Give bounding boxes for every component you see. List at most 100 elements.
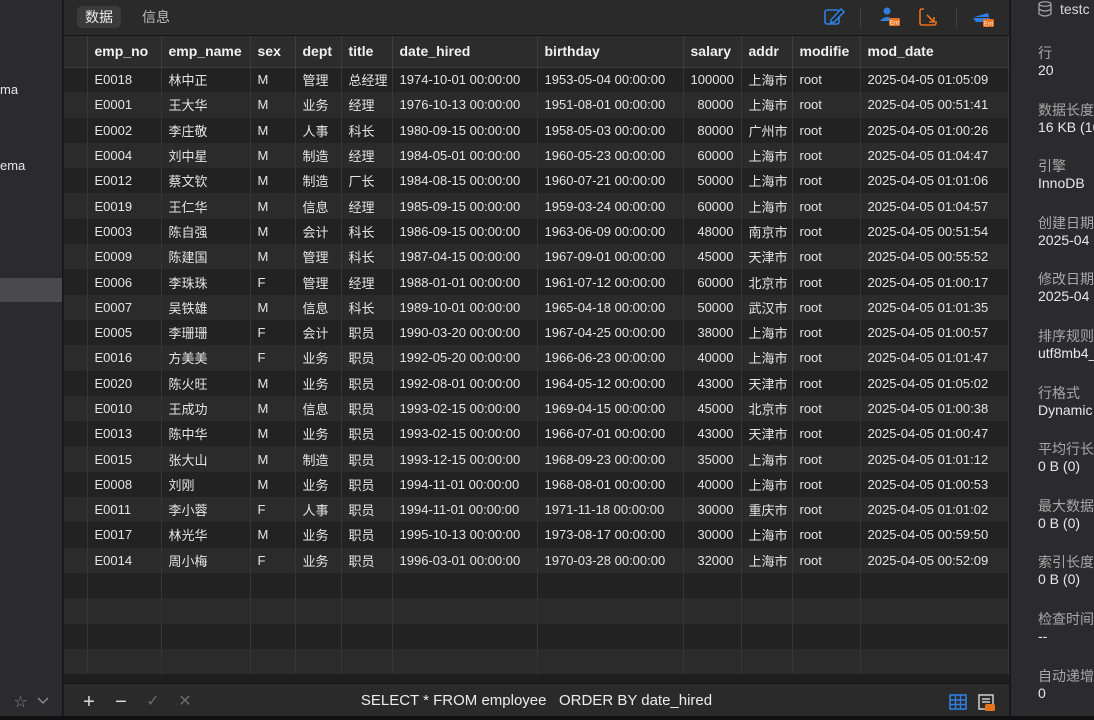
table-cell-dept[interactable]: 信息 bbox=[295, 294, 342, 320]
table-row[interactable]: E0013 陈中华 M 业务 职员 1993-02-15 00:00:00 1966-07-… bbox=[64, 421, 1009, 447]
column-header-title[interactable]: title bbox=[341, 36, 393, 68]
table-cell-mod-date[interactable]: 2025-04-05 00:52:09 bbox=[860, 547, 1009, 573]
export-icon[interactable] bbox=[916, 5, 942, 29]
table-cell-emp-no[interactable]: E0007 bbox=[87, 294, 162, 320]
table-cell-modifie[interactable]: root bbox=[792, 218, 861, 245]
table-cell-salary[interactable]: 60000 bbox=[683, 269, 742, 295]
table-cell-salary[interactable]: 40000 bbox=[683, 345, 742, 371]
table-cell-date-hired[interactable]: 1988-01-01 00:00:00 bbox=[392, 269, 538, 295]
table-cell-emp-name[interactable]: 陈建国 bbox=[161, 244, 251, 270]
table-cell-sex[interactable]: M bbox=[250, 471, 296, 498]
table-cell-emp-no[interactable]: E0010 bbox=[87, 395, 162, 422]
table-row[interactable]: E0005 李珊珊 F 会计 职员 1990-03-20 00:00:00 1967-04-… bbox=[64, 319, 1009, 346]
table-cell-date-hired[interactable]: 1992-05-20 00:00:00 bbox=[392, 345, 538, 371]
table-cell-modifie[interactable]: root bbox=[792, 294, 861, 320]
table-cell-addr[interactable]: 上海市 bbox=[741, 345, 793, 371]
table-cell-modifie[interactable]: root bbox=[792, 370, 861, 396]
table-cell-salary[interactable]: 40000 bbox=[683, 471, 742, 498]
table-row[interactable]: E0020 陈火旺 M 业务 职员 1992-08-01 00:00:00 1964-05-… bbox=[64, 370, 1009, 396]
tab-data[interactable]: 数据 bbox=[77, 6, 121, 28]
table-cell-emp-no[interactable]: E0009 bbox=[87, 244, 162, 270]
table-cell-salary[interactable]: 45000 bbox=[683, 244, 742, 270]
table-cell-addr[interactable]: 上海市 bbox=[741, 319, 793, 346]
table-cell-sex[interactable]: M bbox=[250, 142, 296, 169]
table-cell-modifie[interactable]: root bbox=[792, 522, 861, 548]
table-cell-emp-no[interactable]: E0012 bbox=[87, 168, 162, 194]
table-cell-modifie[interactable]: root bbox=[792, 547, 861, 573]
delete-row-button[interactable]: − bbox=[109, 690, 133, 714]
table-cell-title[interactable]: 科长 bbox=[341, 218, 393, 245]
table-cell-date-hired[interactable]: 1974-10-01 00:00:00 bbox=[392, 67, 538, 93]
table-cell-modifie[interactable]: root bbox=[792, 395, 861, 422]
row-selector[interactable] bbox=[64, 218, 88, 245]
table-cell-modifie[interactable]: root bbox=[792, 421, 861, 447]
table-cell-sex[interactable]: M bbox=[250, 117, 296, 143]
table-cell-mod-date[interactable]: 2025-04-05 00:55:52 bbox=[860, 244, 1009, 270]
table-cell-mod-date[interactable]: 2025-04-05 01:00:53 bbox=[860, 471, 1009, 498]
table-cell-addr[interactable]: 上海市 bbox=[741, 168, 793, 194]
table-row[interactable]: E0015 张大山 M 制造 职员 1993-12-15 00:00:00 1968-09-… bbox=[64, 446, 1009, 472]
table-cell-dept[interactable]: 制造 bbox=[295, 168, 342, 194]
table-cell-emp-no[interactable]: E0016 bbox=[87, 345, 162, 371]
table-cell-birthday[interactable]: 1968-08-01 00:00:00 bbox=[537, 471, 684, 498]
table-cell-emp-name[interactable]: 李小蓉 bbox=[161, 497, 251, 523]
table-cell-dept[interactable]: 人事 bbox=[295, 117, 342, 143]
table-row[interactable]: E0010 王成功 M 信息 职员 1993-02-15 00:00:00 1969-04-… bbox=[64, 395, 1009, 422]
table-cell-title[interactable]: 职员 bbox=[341, 522, 393, 548]
table-cell-emp-name[interactable]: 刘刚 bbox=[161, 471, 251, 498]
table-cell-title[interactable]: 总经理 bbox=[341, 67, 393, 93]
row-selector[interactable] bbox=[64, 117, 88, 143]
table-cell-title[interactable]: 科长 bbox=[341, 117, 393, 143]
table-row[interactable]: E0003 陈自强 M 会计 科长 1986-09-15 00:00:00 1963-06-… bbox=[64, 218, 1009, 245]
table-cell-mod-date[interactable]: 2025-04-05 01:01:02 bbox=[860, 497, 1009, 523]
table-cell-emp-name[interactable]: 林光华 bbox=[161, 522, 251, 548]
table-cell-emp-no[interactable]: E0015 bbox=[87, 446, 162, 472]
ship-ent-icon[interactable]: Ent bbox=[970, 5, 996, 29]
table-cell-mod-date[interactable]: 2025-04-05 01:00:17 bbox=[860, 269, 1009, 295]
table-cell-date-hired[interactable]: 1989-10-01 00:00:00 bbox=[392, 294, 538, 320]
table-cell-birthday[interactable]: 1967-04-25 00:00:00 bbox=[537, 319, 684, 346]
table-cell-mod-date[interactable]: 2025-04-05 01:01:12 bbox=[860, 446, 1009, 472]
table-row[interactable]: E0018 林中正 M 管理 总经理 1974-10-01 00:00:00 1953-05… bbox=[64, 67, 1009, 93]
table-cell-sex[interactable]: F bbox=[250, 319, 296, 346]
table-cell-birthday[interactable]: 1960-05-23 00:00:00 bbox=[537, 142, 684, 169]
discard-changes-button[interactable]: ✕ bbox=[173, 690, 197, 714]
table-cell-dept[interactable]: 业务 bbox=[295, 471, 342, 498]
row-selector[interactable] bbox=[64, 269, 88, 295]
table-cell-sex[interactable]: F bbox=[250, 269, 296, 295]
edit-icon[interactable] bbox=[821, 5, 847, 29]
table-cell-dept[interactable]: 人事 bbox=[295, 497, 342, 523]
table-cell-salary[interactable]: 30000 bbox=[683, 497, 742, 523]
table-cell-title[interactable]: 科长 bbox=[341, 244, 393, 270]
table-cell-salary[interactable]: 60000 bbox=[683, 142, 742, 169]
table-cell-addr[interactable]: 南京市 bbox=[741, 218, 793, 245]
table-cell-addr[interactable]: 天津市 bbox=[741, 421, 793, 447]
table-cell-title[interactable]: 厂长 bbox=[341, 168, 393, 194]
table-cell-mod-date[interactable]: 2025-04-05 01:05:02 bbox=[860, 370, 1009, 396]
table-cell-salary[interactable]: 38000 bbox=[683, 319, 742, 346]
table-cell-sex[interactable]: M bbox=[250, 218, 296, 245]
table-row[interactable]: E0012 蔡文钦 M 制造 厂长 1984-08-15 00:00:00 1960-07-… bbox=[64, 168, 1009, 194]
table-cell-modifie[interactable]: root bbox=[792, 345, 861, 371]
table-cell-modifie[interactable]: root bbox=[792, 142, 861, 169]
table-row[interactable]: E0019 王仁华 M 信息 经理 1985-09-15 00:00:00 1959-03-… bbox=[64, 193, 1009, 219]
row-selector[interactable] bbox=[64, 168, 88, 194]
table-row[interactable]: E0002 李庄敬 M 人事 科长 1980-09-15 00:00:00 1958-05-… bbox=[64, 117, 1009, 143]
table-cell-sex[interactable]: M bbox=[250, 168, 296, 194]
table-cell-date-hired[interactable]: 1994-11-01 00:00:00 bbox=[392, 497, 538, 523]
table-cell-salary[interactable]: 80000 bbox=[683, 117, 742, 143]
column-header-modifie[interactable]: modifie bbox=[792, 36, 861, 68]
table-cell-title[interactable]: 职员 bbox=[341, 446, 393, 472]
column-header-salary[interactable]: salary bbox=[683, 36, 742, 68]
table-cell-addr[interactable]: 上海市 bbox=[741, 67, 793, 93]
table-row[interactable]: E0001 王大华 M 业务 经理 1976-10-13 00:00:00 1951-08-… bbox=[64, 92, 1009, 118]
table-cell-birthday[interactable]: 1965-04-18 00:00:00 bbox=[537, 294, 684, 320]
table-cell-modifie[interactable]: root bbox=[792, 446, 861, 472]
table-cell-birthday[interactable]: 1958-05-03 00:00:00 bbox=[537, 117, 684, 143]
table-cell-salary[interactable]: 45000 bbox=[683, 395, 742, 422]
row-selector[interactable] bbox=[64, 142, 88, 169]
row-selector[interactable] bbox=[64, 67, 88, 93]
table-cell-title[interactable]: 经理 bbox=[341, 269, 393, 295]
row-selector[interactable] bbox=[64, 319, 88, 346]
table-cell-dept[interactable]: 信息 bbox=[295, 193, 342, 219]
